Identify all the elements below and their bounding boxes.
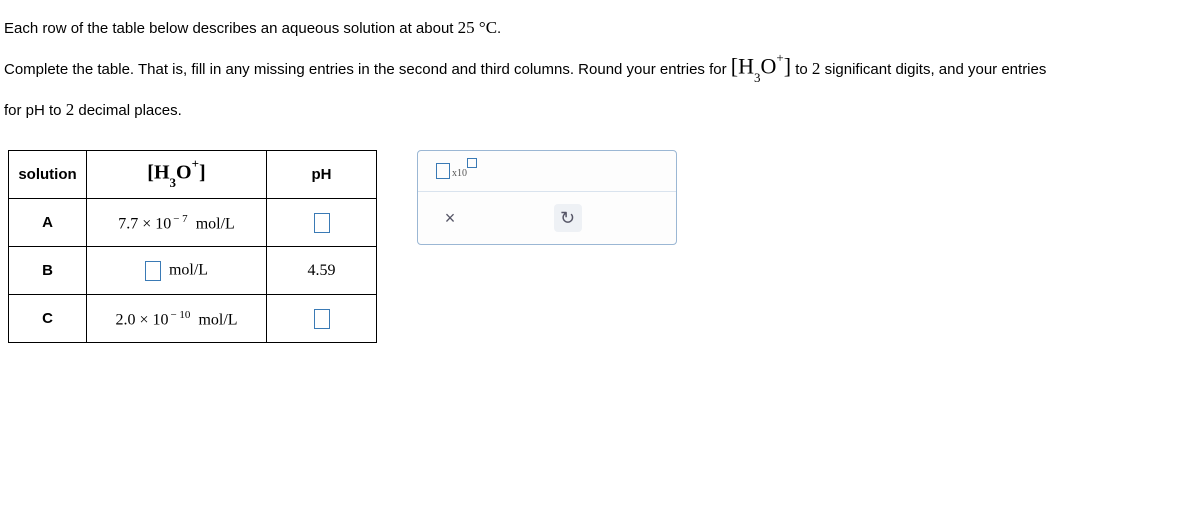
row-c-concentration: 2.0 × 10− 10 mol/L (87, 295, 267, 343)
text: . (497, 20, 501, 37)
row-c-ph-input-cell (267, 295, 377, 343)
header-concentration: [H3O+] (87, 151, 267, 199)
row-c-label: C (9, 295, 87, 343)
close-icon: × (445, 208, 456, 229)
x10-label: x10 (452, 168, 467, 179)
table-row: A 7.7 × 10− 7 mol/L (9, 199, 377, 247)
instruction-line-1: Each row of the table below describes an… (4, 8, 1196, 49)
text: for pH to (4, 102, 66, 119)
row-a-ph-input-cell (267, 199, 377, 247)
exponent: − 7 (173, 213, 187, 225)
exponent-box-icon (467, 158, 477, 168)
temperature: 25 °C (458, 18, 497, 37)
reset-icon: ↺ (560, 208, 575, 229)
text: significant digits, and your entries (820, 61, 1046, 78)
table-row: C 2.0 × 10− 10 mol/L (9, 295, 377, 343)
decimal-places: 2 (66, 100, 75, 119)
close-button[interactable]: × (436, 204, 464, 232)
ph-input[interactable] (314, 213, 330, 233)
row-b-concentration-input-cell: mol/L (87, 247, 267, 295)
instruction-line-3: for pH to 2 decimal places. (4, 90, 1196, 131)
instruction-line-2: Complete the table. That is, fill in any… (4, 49, 1196, 90)
unit: mol/L (196, 215, 235, 232)
value: 7.7 × 10 (118, 215, 171, 232)
header-solution: solution (9, 151, 87, 199)
row-b-label: B (9, 247, 87, 295)
row-b-ph: 4.59 (267, 247, 377, 295)
toolbox-row-formats: x10 (418, 151, 676, 191)
mantissa-box-icon (436, 163, 450, 179)
value: 2.0 × 10 (115, 311, 168, 328)
row-a-label: A (9, 199, 87, 247)
instructions: Each row of the table below describes an… (4, 8, 1196, 130)
toolbox-row-actions: × ↺ (418, 191, 676, 244)
header-ph: pH (267, 151, 377, 199)
row-a-concentration: 7.7 × 10− 7 mol/L (87, 199, 267, 247)
text: to (791, 61, 812, 78)
solution-table: solution [H3O+] pH A 7.7 × 10− 7 mol/L B… (8, 150, 377, 343)
reset-button[interactable]: ↺ (554, 204, 582, 232)
concentration-input[interactable] (145, 261, 161, 281)
ph-input[interactable] (314, 309, 330, 329)
table-row: B mol/L 4.59 (9, 247, 377, 295)
text: Each row of the table below describes an… (4, 20, 458, 37)
scientific-notation-button[interactable]: x10 (436, 163, 477, 179)
unit: mol/L (198, 311, 237, 328)
h3o-expression: [H3O+] (731, 54, 791, 81)
text: decimal places. (74, 102, 182, 119)
text: Complete the table. That is, fill in any… (4, 61, 731, 78)
exponent: − 10 (170, 309, 190, 321)
input-toolbox: x10 × ↺ (417, 150, 677, 245)
unit: mol/L (169, 262, 208, 279)
